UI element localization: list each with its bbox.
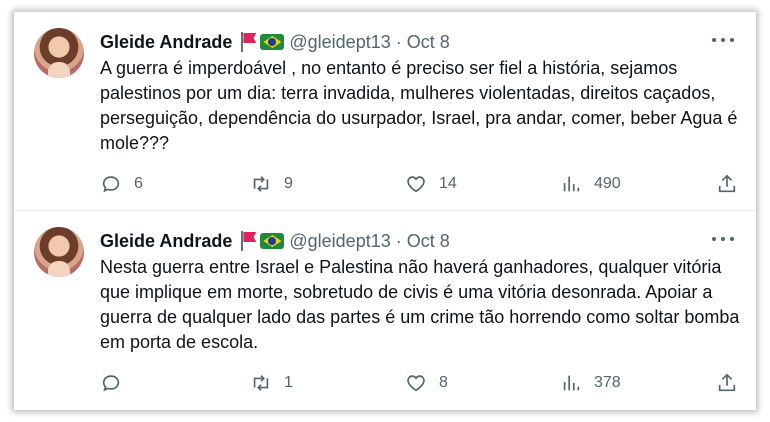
brazil-flag-icon xyxy=(260,233,285,249)
retweet-count: 1 xyxy=(284,374,293,391)
views-count: 490 xyxy=(594,175,621,192)
tweet-actions: 1 8 378 xyxy=(100,371,740,395)
views-button[interactable]: 490 xyxy=(560,172,621,196)
like-button[interactable]: 14 xyxy=(405,172,457,196)
author-handle[interactable]: @gleidept13 xyxy=(289,32,390,53)
reply-button[interactable] xyxy=(100,371,134,395)
tweet-text: Nesta guerra entre Israel e Palestina nã… xyxy=(100,257,740,352)
author-name[interactable]: Gleide Andrade xyxy=(100,231,232,252)
red-flag-icon xyxy=(238,230,258,252)
separator: · xyxy=(395,31,402,52)
retweet-button[interactable]: 1 xyxy=(250,371,293,395)
tweet-actions: 6 9 14 490 xyxy=(100,172,740,196)
avatar[interactable] xyxy=(34,28,84,78)
retweet-icon xyxy=(253,176,269,192)
reply-count: 6 xyxy=(134,175,143,192)
brazil-flag-icon xyxy=(260,34,285,50)
retweet-count: 9 xyxy=(284,175,293,192)
red-flag-icon xyxy=(238,31,258,53)
reply-icon xyxy=(102,176,120,193)
avatar[interactable] xyxy=(34,227,84,277)
tweet-date[interactable]: Oct 8 xyxy=(407,32,450,53)
tweet-header: Gleide Andrade @gleidept13 · Oct 8 xyxy=(100,30,450,54)
separator: · xyxy=(395,230,402,251)
share-icon xyxy=(718,174,736,193)
share-icon xyxy=(718,373,736,392)
tweet-thread-card: Gleide Andrade @gleidept13 · Oct 8 A gue… xyxy=(14,12,756,410)
views-chart-icon xyxy=(563,375,580,391)
more-options-icon[interactable] xyxy=(712,32,734,48)
reply-button[interactable]: 6 xyxy=(100,172,143,196)
heart-icon xyxy=(407,375,425,392)
tweet-text: A guerra é imperdoável , no entanto é pr… xyxy=(100,58,738,153)
author-handle[interactable]: @gleidept13 xyxy=(289,231,390,252)
retweet-icon xyxy=(253,375,269,391)
tweet[interactable]: Gleide Andrade @gleidept13 · Oct 8 A gue… xyxy=(14,12,756,211)
retweet-button[interactable]: 9 xyxy=(250,172,293,196)
heart-icon xyxy=(407,176,425,193)
views-button[interactable]: 378 xyxy=(560,371,621,395)
reply-icon xyxy=(102,375,120,392)
author-name[interactable]: Gleide Andrade xyxy=(100,32,232,53)
more-options-icon[interactable] xyxy=(712,231,734,247)
share-button[interactable] xyxy=(716,172,738,196)
like-count: 8 xyxy=(439,374,448,391)
like-count: 14 xyxy=(439,175,457,192)
views-chart-icon xyxy=(563,176,580,192)
like-button[interactable]: 8 xyxy=(405,371,448,395)
share-button[interactable] xyxy=(716,371,738,395)
tweet-date[interactable]: Oct 8 xyxy=(407,231,450,252)
tweet-header: Gleide Andrade @gleidept13 · Oct 8 xyxy=(100,229,450,253)
tweet[interactable]: Gleide Andrade @gleidept13 · Oct 8 Nesta… xyxy=(14,211,756,410)
views-count: 378 xyxy=(594,374,621,391)
